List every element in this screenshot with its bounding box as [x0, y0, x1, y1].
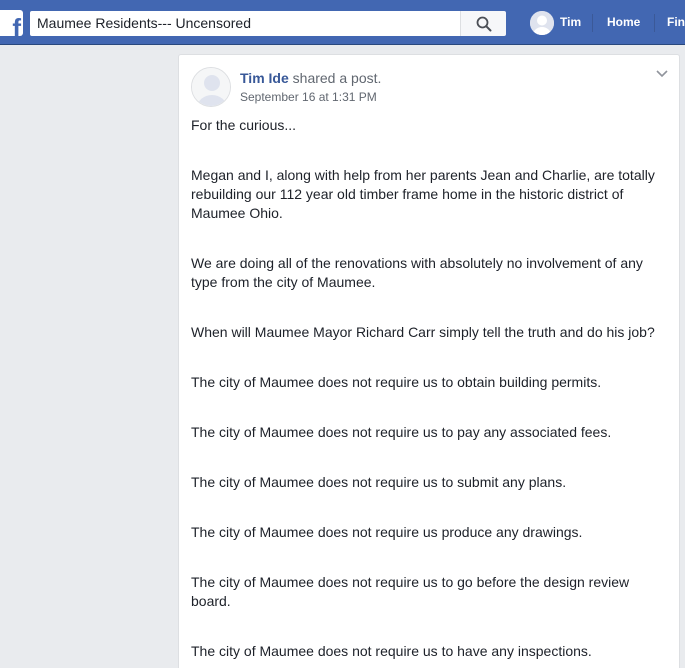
feed-post: Tim Ide shared a post. September 16 at 1… [178, 54, 680, 668]
post-paragraph: The city of Maumee does not require us t… [191, 474, 567, 490]
avatar [530, 11, 554, 35]
post-paragraph: The city of Maumee does not require us t… [191, 574, 630, 609]
post-action-text: shared a post. [288, 70, 382, 86]
post-timestamp[interactable]: September 16 at 1:31 PM [240, 90, 377, 104]
post-paragraph: The city of Maumee does not require us t… [191, 643, 592, 659]
find-friends-link[interactable]: Fin [667, 15, 685, 29]
search-input-value: Maumee Residents--- Uncensored [37, 15, 251, 31]
post-paragraph: The city of Maumee does not require us t… [191, 374, 602, 390]
search-icon [476, 16, 492, 32]
nav-divider [654, 14, 655, 32]
facebook-logo-icon[interactable]: f [0, 10, 23, 36]
post-paragraph: When will Maumee Mayor Richard Carr simp… [191, 324, 655, 340]
post-paragraph: We are doing all of the renovations with… [191, 255, 643, 290]
top-navigation-bar: f Maumee Residents--- Uncensored Tim Hom… [0, 0, 685, 45]
search-input[interactable]: Maumee Residents--- Uncensored [30, 11, 506, 36]
nav-divider [592, 14, 593, 32]
post-paragraph: Megan and I, along with help from her pa… [191, 167, 655, 221]
home-link[interactable]: Home [607, 15, 640, 29]
profile-name: Tim [560, 15, 582, 29]
post-paragraph: For the curious... [191, 117, 297, 133]
chevron-down-icon[interactable] [656, 69, 668, 79]
post-paragraph: The city of Maumee does not require us t… [191, 424, 612, 440]
post-paragraph: The city of Maumee does not require us p… [191, 524, 583, 540]
author-name-link[interactable]: Tim Ide [240, 70, 289, 86]
post-body: For the curious... Megan and I, along wi… [191, 116, 669, 668]
post-header: Tim Ide shared a post. [240, 70, 381, 86]
search-button[interactable] [460, 11, 506, 36]
facebook-logo-letter: f [12, 13, 21, 36]
author-avatar[interactable] [191, 67, 231, 107]
